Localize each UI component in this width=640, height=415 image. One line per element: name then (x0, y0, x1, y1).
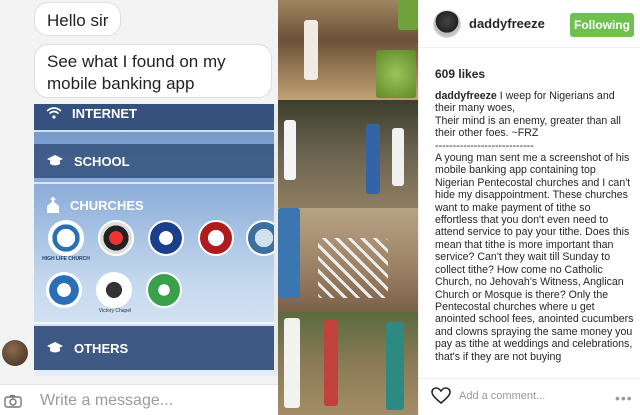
chat-bubble: Hello sir (34, 2, 122, 36)
cucumbers (376, 50, 416, 98)
figure (324, 320, 338, 406)
post-sidebar: daddyfreeze Following 609 likes daddyfre… (418, 0, 640, 415)
figure (284, 318, 300, 408)
banking-app-screenshot: INTERNET SCHOOL CHURCHES HIGH LIFE CHURC… (34, 104, 274, 376)
message-input[interactable]: Write a message... (40, 392, 173, 410)
divider (34, 182, 274, 184)
caption-text: I weep for Nigerians and their many woes… (435, 90, 634, 363)
post-header: daddyfreeze Following (419, 0, 640, 48)
username-link[interactable]: daddyfreeze (469, 16, 545, 31)
church-logo[interactable] (96, 272, 132, 308)
banking-row-others: OTHERS (34, 326, 274, 370)
logo-label: Victory Chapel (98, 308, 132, 314)
following-button[interactable]: Following (570, 13, 634, 37)
chat-screenshot: Hello sir See what I found on my mobile … (0, 0, 278, 415)
banking-row-internet: INTERNET (34, 104, 274, 130)
banking-row-label: INTERNET (72, 105, 137, 121)
more-icon[interactable]: ••• (615, 390, 633, 406)
divider (34, 130, 274, 132)
church-logo[interactable] (246, 220, 274, 256)
photo-crowd (278, 312, 418, 415)
photo-crowd (278, 208, 418, 312)
banking-row-label: CHURCHES (70, 197, 144, 213)
avatar (2, 340, 28, 366)
church-logo[interactable] (198, 220, 234, 256)
church-logo[interactable] (148, 220, 184, 256)
church-logo[interactable] (98, 220, 134, 256)
comment-bar: Add a comment... ••• (419, 378, 640, 415)
photo-crowd (278, 100, 418, 208)
banking-row-label: SCHOOL (74, 153, 130, 169)
camera-icon[interactable] (4, 394, 22, 408)
figure (366, 124, 380, 194)
figure (386, 322, 404, 410)
figure (278, 208, 300, 298)
church-icon (47, 197, 59, 213)
church-logo[interactable] (46, 272, 82, 308)
comment-input[interactable]: Add a comment... (459, 390, 545, 402)
banking-row-label: OTHERS (74, 340, 129, 356)
caption-username[interactable]: daddyfreeze (435, 90, 497, 102)
figure (284, 120, 296, 180)
post-image: Hello sir See what I found on my mobile … (0, 0, 418, 415)
divider (34, 322, 274, 324)
heart-icon[interactable] (431, 387, 451, 405)
figure (304, 20, 318, 80)
money-scattered (318, 238, 388, 298)
graduation-cap-icon (47, 155, 63, 166)
church-logo[interactable] (48, 220, 84, 256)
banking-row-school: SCHOOL (34, 144, 274, 178)
likes-count[interactable]: 609 likes (435, 67, 485, 81)
chat-bubble: See what I found on my mobile banking ap… (34, 44, 272, 98)
figure (392, 128, 404, 186)
church-logo[interactable] (146, 272, 182, 308)
photo-crowd (278, 0, 418, 100)
figure (398, 0, 418, 30)
avatar[interactable] (433, 10, 461, 38)
photo-collage (278, 0, 418, 415)
wifi-icon (46, 107, 62, 119)
message-bar: Write a message... (0, 384, 278, 415)
banking-row-churches: CHURCHES (34, 188, 274, 222)
post-caption: daddyfreeze I weep for Nigerians and the… (435, 90, 635, 370)
graduation-cap-icon (47, 342, 63, 353)
logo-label: HIGH LIFE CHURCH (42, 256, 90, 262)
